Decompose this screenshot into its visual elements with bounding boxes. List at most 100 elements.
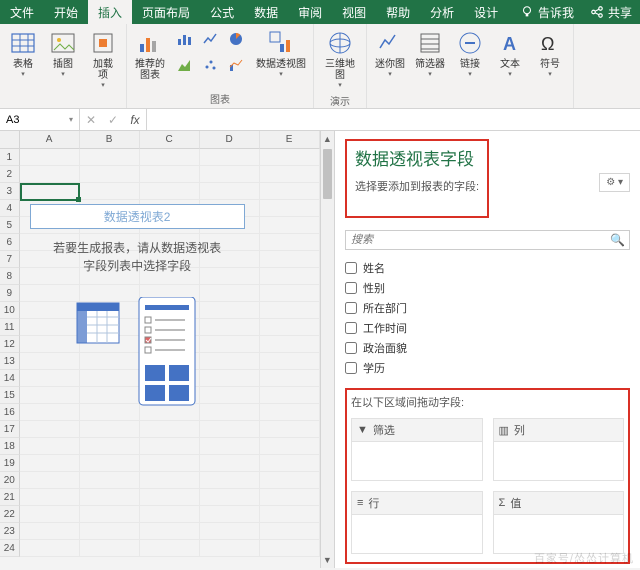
link-button[interactable]: 链接▾ [451, 26, 489, 105]
cell[interactable] [140, 183, 200, 200]
cell[interactable] [20, 506, 80, 523]
cell[interactable] [140, 455, 200, 472]
menu-tab-review[interactable]: 审阅 [288, 0, 332, 24]
columns-area[interactable]: ▥列 [493, 418, 625, 481]
3dmap-button[interactable]: 三维地 图▾ [318, 26, 362, 92]
cell[interactable] [20, 183, 80, 200]
field-checkbox[interactable] [345, 262, 357, 274]
cell[interactable] [140, 489, 200, 506]
worksheet[interactable]: 123456789101112131415161718192021222324 … [0, 131, 334, 568]
cell[interactable] [200, 506, 260, 523]
cell[interactable] [20, 455, 80, 472]
chart-line-button[interactable] [199, 28, 221, 50]
cell[interactable] [260, 387, 320, 404]
cell[interactable] [260, 455, 320, 472]
cell[interactable] [260, 319, 320, 336]
cell[interactable] [80, 438, 140, 455]
cell[interactable] [260, 404, 320, 421]
scrollbar-thumb[interactable] [323, 149, 332, 199]
cell[interactable] [80, 506, 140, 523]
cell[interactable] [80, 540, 140, 557]
cell[interactable] [80, 489, 140, 506]
field-item[interactable]: 工作时间 [345, 318, 630, 338]
field-checkbox[interactable] [345, 362, 357, 374]
cell[interactable] [20, 149, 80, 166]
cell[interactable] [140, 523, 200, 540]
menu-tab-formula[interactable]: 公式 [200, 0, 244, 24]
slicer-button[interactable]: 筛选器▾ [411, 26, 449, 105]
field-item[interactable]: 政治面貌 [345, 338, 630, 358]
chart-pie-button[interactable] [225, 28, 247, 50]
row-header[interactable]: 13 [0, 353, 20, 370]
rows-area[interactable]: ≡行 [351, 491, 483, 554]
row-header[interactable]: 7 [0, 251, 20, 268]
cell[interactable] [260, 285, 320, 302]
cell[interactable] [260, 472, 320, 489]
cell[interactable] [80, 421, 140, 438]
cell[interactable] [260, 506, 320, 523]
cell[interactable] [260, 336, 320, 353]
field-search-input[interactable] [345, 230, 630, 250]
row-header[interactable]: 2 [0, 166, 20, 183]
cell[interactable] [260, 251, 320, 268]
row-header[interactable]: 5 [0, 217, 20, 234]
cell[interactable] [200, 166, 260, 183]
row-header[interactable]: 9 [0, 285, 20, 302]
chart-scatter-button[interactable] [199, 54, 221, 76]
row-header[interactable]: 23 [0, 523, 20, 540]
row-header[interactable]: 24 [0, 540, 20, 557]
cell[interactable] [260, 523, 320, 540]
field-checkbox[interactable] [345, 322, 357, 334]
row-header[interactable]: 14 [0, 370, 20, 387]
cell[interactable] [260, 217, 320, 234]
row-header[interactable]: 6 [0, 234, 20, 251]
column-header[interactable]: B [80, 131, 140, 149]
row-header[interactable]: 21 [0, 489, 20, 506]
row-header[interactable]: 15 [0, 387, 20, 404]
cell[interactable] [20, 438, 80, 455]
menu-tab-analyze[interactable]: 分析 [420, 0, 464, 24]
cell[interactable] [200, 421, 260, 438]
row-header[interactable]: 12 [0, 336, 20, 353]
cell[interactable] [140, 438, 200, 455]
column-header[interactable]: C [140, 131, 200, 149]
select-all-corner[interactable] [0, 131, 20, 149]
cell[interactable] [140, 149, 200, 166]
cell[interactable] [260, 370, 320, 387]
recommended-charts-button[interactable]: 推荐的 图表 [131, 26, 169, 90]
cell[interactable] [140, 421, 200, 438]
cell[interactable] [140, 166, 200, 183]
illustrations-button[interactable]: 插图▾ [44, 26, 82, 105]
chart-more-button[interactable] [225, 54, 247, 76]
cell[interactable] [20, 540, 80, 557]
row-header[interactable]: 3 [0, 183, 20, 200]
cell[interactable] [260, 200, 320, 217]
cell[interactable] [80, 523, 140, 540]
cell[interactable] [260, 540, 320, 557]
cell[interactable] [80, 149, 140, 166]
cell[interactable] [80, 183, 140, 200]
text-button[interactable]: A文本▾ [491, 26, 529, 105]
row-header[interactable]: 10 [0, 302, 20, 319]
menu-tab-data[interactable]: 数据 [244, 0, 288, 24]
tables-button[interactable]: 表格▾ [4, 26, 42, 105]
cell[interactable] [20, 472, 80, 489]
name-box[interactable]: A3▾ [0, 109, 80, 130]
field-checkbox[interactable] [345, 302, 357, 314]
menu-tab-file[interactable]: 文件 [0, 0, 44, 24]
menu-tab-home[interactable]: 开始 [44, 0, 88, 24]
column-header[interactable]: A [20, 131, 80, 149]
row-header[interactable]: 22 [0, 506, 20, 523]
cell[interactable] [260, 489, 320, 506]
menu-tab-view[interactable]: 视图 [332, 0, 376, 24]
chart-area-button[interactable] [173, 54, 195, 76]
cell[interactable] [20, 489, 80, 506]
cell[interactable] [140, 506, 200, 523]
cell[interactable] [20, 166, 80, 183]
filter-area[interactable]: ▼筛选 [351, 418, 483, 481]
cell[interactable] [140, 472, 200, 489]
cell[interactable] [260, 353, 320, 370]
sparkline-button[interactable]: 迷你图▾ [371, 26, 409, 105]
menu-tab-insert[interactable]: 插入 [88, 0, 132, 24]
formula-input[interactable] [147, 109, 640, 130]
